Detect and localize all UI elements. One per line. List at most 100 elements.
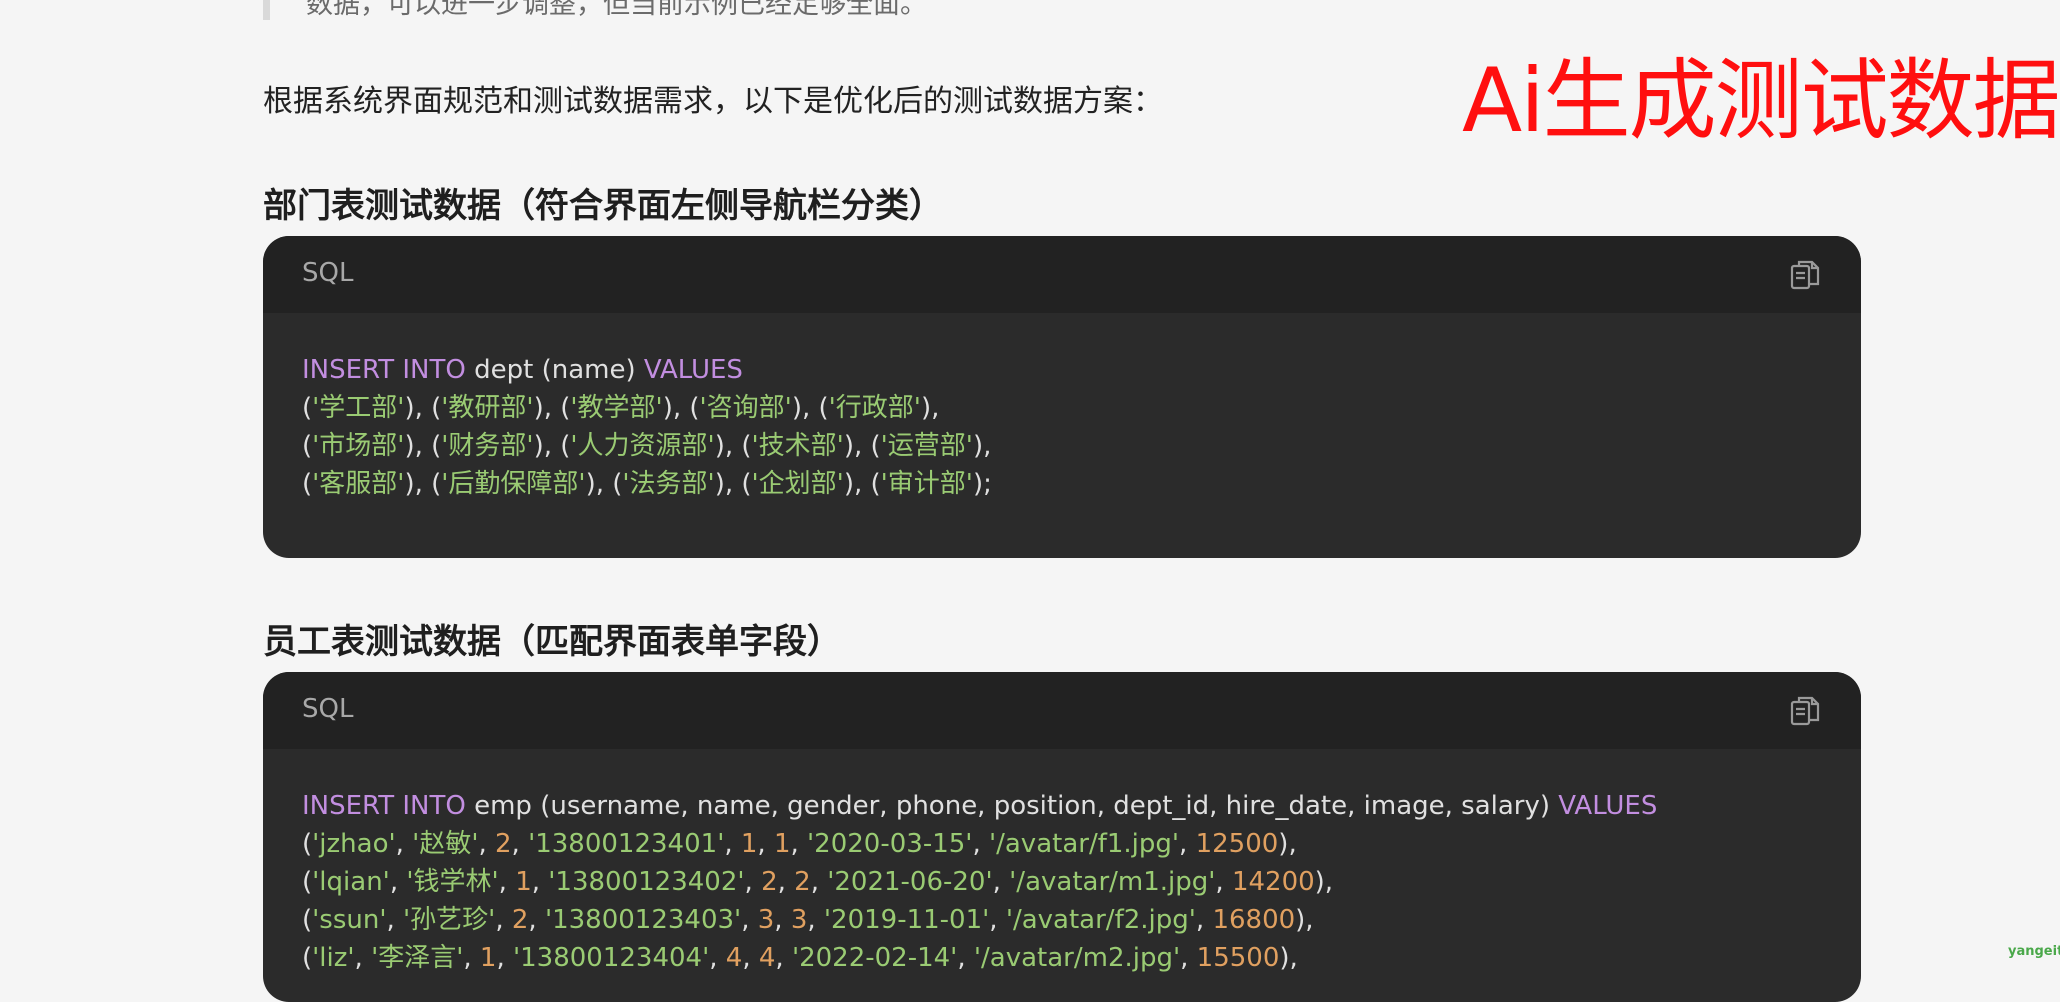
code-token: '技术部' (751, 431, 844, 461)
blockquote-bar (263, 0, 270, 20)
code-token: 2 (511, 905, 529, 935)
code-language-label: SQL (302, 694, 354, 724)
code-block-header: SQL (263, 236, 1861, 313)
code-block-body: INSERT INTO dept (name) VALUES ('学工部'), (… (263, 313, 1861, 503)
code-token: '13800123403' (544, 905, 742, 935)
code-line: ('lqian', '钱学林', 1, '13800123402', 2, 2,… (302, 863, 1822, 901)
code-token: ), ( (714, 431, 752, 461)
code-token: , (774, 905, 791, 935)
code-token: INSERT INTO (302, 355, 466, 385)
code-token: ), (1279, 943, 1298, 973)
code-token: , (757, 829, 774, 859)
code-token: ), ( (791, 393, 829, 423)
code-token: INSERT INTO (302, 791, 466, 821)
code-token: '/avatar/f1.jpg' (988, 829, 1180, 859)
code-line: ('ssun', '孙艺珍', 2, '13800123403', 3, 3, … (302, 901, 1822, 939)
code-token: '审计部' (880, 469, 973, 499)
code-token: , (1195, 905, 1213, 935)
code-token: ), ( (404, 431, 442, 461)
code-token: '咨询部' (699, 393, 792, 423)
code-token: 16800 (1212, 905, 1296, 935)
code-token: ( (302, 829, 313, 859)
code-token: dept (name) (465, 355, 644, 385)
code-token: '钱学林' (406, 867, 499, 897)
code-token: ( (302, 393, 313, 423)
code-token: '/avatar/f2.jpg' (1005, 905, 1196, 935)
code-line: ('学工部'), ('教研部'), ('教学部'), ('咨询部'), ('行政… (302, 389, 1822, 427)
code-token: , (531, 867, 549, 897)
code-token: VALUES (643, 355, 743, 385)
code-line: ('客服部'), ('后勤保障部'), ('法务部'), ('企划部'), ('… (302, 465, 1822, 503)
code-token: '企划部' (751, 469, 844, 499)
code-token: '客服部' (312, 469, 405, 499)
code-token: 2 (495, 829, 512, 859)
code-block-body: INSERT INTO emp (username, name, gender,… (263, 749, 1861, 977)
dept-code-block: SQL INSERT INTO dept (name) VALUES ('学工部'… (263, 236, 1861, 558)
code-token: , (957, 943, 974, 973)
code-token: , (496, 943, 513, 973)
code-token: ), ( (533, 393, 571, 423)
code-token: , (744, 867, 762, 897)
code-token: '13800123401' (528, 829, 725, 859)
code-token: , (810, 867, 828, 897)
code-line: INSERT INTO emp (username, name, gender,… (302, 787, 1822, 825)
code-token: ), (1295, 905, 1314, 935)
code-block-header: SQL (263, 672, 1861, 749)
code-token: , (972, 829, 989, 859)
code-token: ), ( (533, 431, 571, 461)
code-token: 1 (740, 829, 758, 859)
code-token: ( (302, 431, 313, 461)
code-token: , (354, 943, 372, 973)
code-token: '2022-02-14' (791, 943, 958, 973)
code-token: , (386, 905, 404, 935)
code-token: , (790, 829, 808, 859)
code-line: INSERT INTO dept (name) VALUES (302, 351, 1822, 389)
code-token: 'ssun' (312, 905, 387, 935)
code-token: 'jzhao' (312, 829, 396, 859)
code-token: ( (302, 867, 313, 897)
corner-watermark: yangeit (2008, 944, 2060, 959)
code-token: ), ( (843, 469, 881, 499)
code-token: ), ( (404, 469, 442, 499)
code-token: , (1180, 943, 1197, 973)
code-token: , (511, 829, 529, 859)
code-token: ), ( (404, 393, 442, 423)
code-token: ( (302, 905, 313, 935)
code-line: ('市场部'), ('财务部'), ('人力资源部'), ('技术部'), ('… (302, 427, 1822, 465)
code-token: , (528, 905, 545, 935)
code-line: ('jzhao', '赵敏', 2, '13800123401', 1, 1, … (302, 825, 1822, 863)
code-token: ), (1278, 829, 1297, 859)
code-token: , (742, 943, 759, 973)
code-token: emp (username, name, gender, phone, posi… (465, 791, 1559, 821)
blockquote-text: 数据，可以进一步调整，但当前示例已经足够全面。 (306, 0, 927, 20)
code-token: 15500 (1196, 943, 1280, 973)
code-token: '教研部' (441, 393, 534, 423)
code-token: 1 (515, 867, 532, 897)
code-token: '2020-03-15' (807, 829, 973, 859)
code-token: 3 (757, 905, 775, 935)
code-token: 'lqian' (312, 867, 390, 897)
code-token: ( (302, 469, 313, 499)
code-token: , (463, 943, 480, 973)
code-token: , (709, 943, 726, 973)
code-token: 'liz' (312, 943, 355, 973)
code-token: ), ( (585, 469, 623, 499)
copy-icon[interactable] (1789, 258, 1821, 292)
code-token: 1 (479, 943, 497, 973)
code-token: 12500 (1195, 829, 1279, 859)
code-token: '学工部' (312, 393, 405, 423)
code-token: '2019-11-01' (823, 905, 990, 935)
code-token: , (989, 905, 1006, 935)
code-token: '教学部' (570, 393, 663, 423)
code-token: 1 (773, 829, 791, 859)
dept-section-heading: 部门表测试数据（符合界面左侧导航栏分类） (263, 186, 943, 226)
code-token: , (478, 829, 495, 859)
code-token: 4 (758, 943, 776, 973)
emp-code-block: SQL INSERT INTO emp (username, name, gen… (263, 672, 1861, 1002)
code-token: ( (302, 943, 313, 973)
code-line: ('liz', '李泽言', 1, '13800123404', 4, 4, '… (302, 939, 1822, 977)
code-token: 4 (725, 943, 743, 973)
code-token: , (1179, 829, 1196, 859)
code-token: 2 (761, 867, 778, 897)
copy-icon[interactable] (1789, 694, 1821, 728)
